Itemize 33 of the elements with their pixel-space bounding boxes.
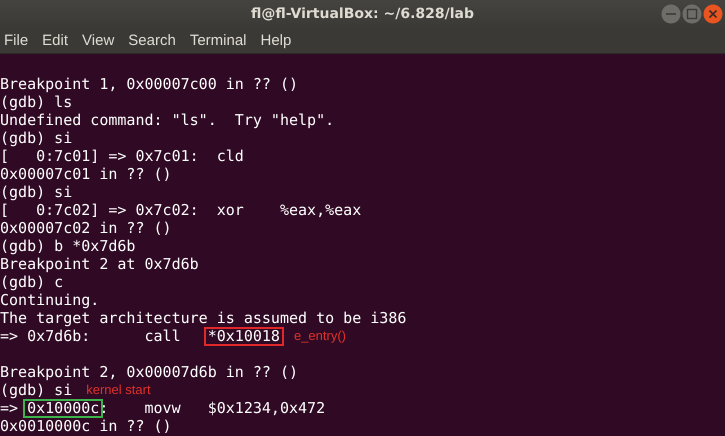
minimize-icon[interactable]	[661, 4, 681, 24]
menu-item[interactable]: File	[4, 32, 28, 49]
menu-item[interactable]: Edit	[42, 32, 68, 49]
maximize-icon[interactable]	[682, 4, 702, 24]
menu-item[interactable]: Terminal	[190, 32, 246, 49]
annotation: e_entry()	[294, 327, 346, 345]
terminal-text: [ 0:7c01] => 0x7c01: cld	[0, 147, 244, 165]
terminal-text: [ 0:7c02] => 0x7c02: xor %eax,%eax	[0, 201, 362, 219]
terminal-text: The target architecture is assumed to be i386	[0, 309, 406, 327]
terminal-text: Breakpoint 1, 0x00007c00 in ?? ()	[0, 75, 298, 93]
terminal-text: Breakpoint 2 at 0x7d6b	[0, 255, 199, 273]
window-title: fl@fl-VirtualBox: ~/6.828/lab	[250, 6, 474, 22]
terminal-text: (gdb) c	[0, 273, 64, 291]
terminal-text: 0x00007c01 in ?? ()	[0, 165, 172, 183]
terminal-text: Breakpoint 2, 0x00007d6b in ?? ()	[0, 363, 298, 381]
terminal-text: (gdb) b *0x7d6b	[0, 237, 136, 255]
terminal-text: Continuing.	[0, 291, 100, 309]
terminal-text: (gdb) si	[0, 381, 72, 399]
terminal-text: => 0x7d6b: call	[0, 327, 182, 345]
annotation: kernel start	[86, 381, 151, 399]
highlighted-address: *0x10018	[204, 326, 284, 346]
terminal-text: 0x00007c02 in ?? ()	[0, 219, 172, 237]
terminal-text: (gdb) ls	[0, 93, 72, 111]
close-icon[interactable]	[703, 4, 723, 24]
menu-item[interactable]: View	[82, 32, 114, 49]
highlighted-address: 0x10000c	[23, 398, 104, 418]
terminal-text: =>	[0, 399, 20, 417]
terminal-text: (gdb) si	[0, 129, 72, 147]
terminal-text: Undefined command: "ls". Try "help".	[0, 111, 334, 129]
menu-item[interactable]: Search	[128, 32, 176, 49]
terminal-text: (gdb) si	[0, 183, 72, 201]
terminal-text: 0x0010000c in ?? ()	[0, 417, 172, 435]
menu-item[interactable]: Help	[260, 32, 292, 49]
